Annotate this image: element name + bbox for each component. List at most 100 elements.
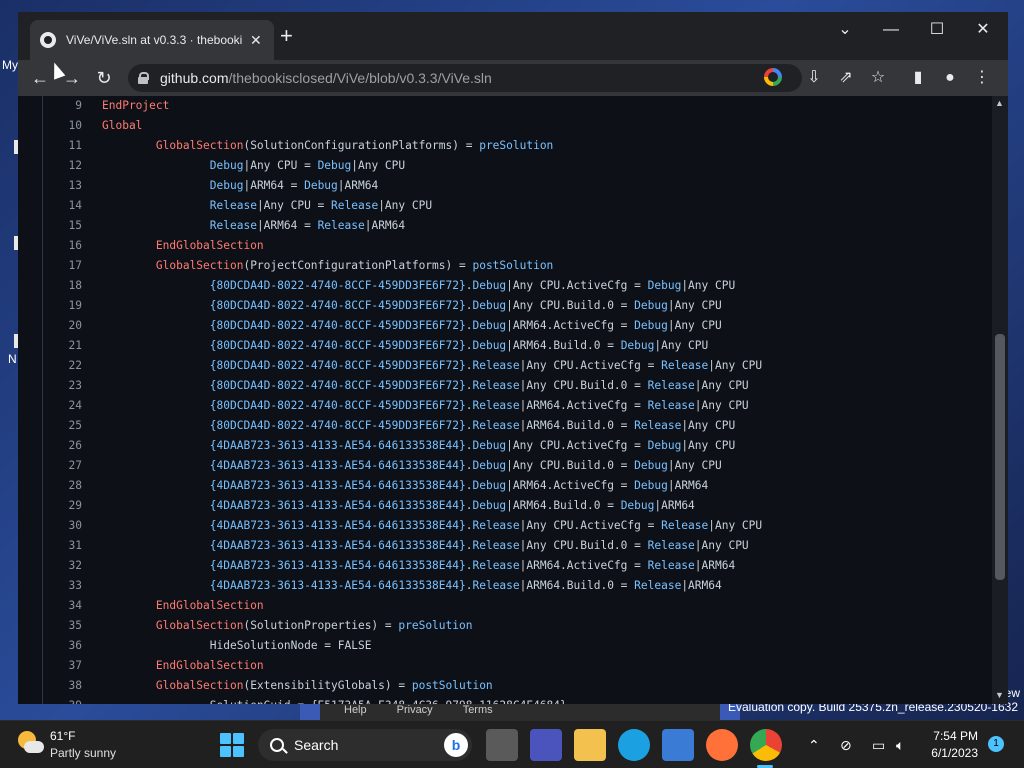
task-view-icon[interactable] [486,729,518,761]
chevron-up-icon[interactable]: ⌃ [808,735,820,755]
line-number[interactable]: 24 [42,396,82,416]
volume-icon[interactable]: 🔈︎ [896,735,904,755]
edge-icon[interactable] [618,729,650,761]
code-token: |Any CPU [694,399,749,412]
file-explorer-icon[interactable] [574,729,606,761]
code-text: {4DAAB723-3613-4133-AE54-646133538E44}.D… [82,456,722,476]
close-window-button[interactable]: ✕ [960,16,1006,44]
install-app-icon[interactable]: ⇩ [802,66,826,90]
footer-terms: Terms [462,704,493,716]
code-line: 25 {80DCDA4D-8022-4740-8CCF-459DD3FE6F72… [42,416,988,436]
maximize-button[interactable]: ☐ [914,16,960,44]
minimize-button[interactable]: — [868,16,914,44]
code-line: 32 {4DAAB723-3613-4133-AE54-646133538E44… [42,556,988,576]
line-number[interactable]: 22 [42,356,82,376]
scrollbar-thumb[interactable] [995,334,1005,580]
github-icon [40,32,56,48]
clock-date[interactable]: 6/1/2023 [924,746,978,760]
code-token: Release [647,379,695,392]
vertical-scrollbar[interactable]: ▲ ▼ [992,96,1008,704]
line-number[interactable]: 31 [42,536,82,556]
code-token: Debug [304,179,338,192]
line-number[interactable]: 12 [42,156,82,176]
code-token: Debug [472,299,507,312]
back-arrow-icon[interactable]: ← [28,66,52,90]
line-number[interactable]: 18 [42,276,82,296]
scroll-up-icon[interactable]: ▲ [995,98,1004,108]
code-text: {4DAAB723-3613-4133-AE54-646133538E44}.R… [82,576,722,596]
line-number[interactable]: 25 [42,416,82,436]
code-token: preSolution [398,619,473,632]
line-number[interactable]: 15 [42,216,82,236]
code-line: 26 {4DAAB723-3613-4133-AE54-646133538E44… [42,436,988,456]
store-icon[interactable] [662,729,694,761]
weather-description[interactable]: Partly sunny [50,746,116,760]
close-tab-icon[interactable]: ✕ [250,32,262,49]
line-number[interactable]: 23 [42,376,82,396]
kebab-menu-icon[interactable]: ⋮ [970,66,994,90]
line-number[interactable]: 30 [42,516,82,536]
code-token: Debug [472,279,507,292]
partly-sunny-icon[interactable] [18,731,44,757]
address-bar[interactable]: github.com /thebookisclosed/ViVe/blob/v0… [128,64,802,92]
reload-icon[interactable]: ↻ [92,66,116,90]
code-text: {4DAAB723-3613-4133-AE54-646133538E44}.D… [82,476,708,496]
line-number[interactable]: 19 [42,296,82,316]
code-token: |ARM64.Build.0 = [519,579,635,592]
line-number[interactable]: 39 [42,696,82,704]
profile-icon[interactable]: ● [938,66,962,90]
line-number[interactable]: 35 [42,616,82,636]
google-lens-icon[interactable] [764,68,782,86]
line-number[interactable]: 21 [42,336,82,356]
line-number[interactable]: 33 [42,576,82,596]
code-token: GlobalSection [155,679,244,692]
chrome-icon[interactable] [750,729,782,761]
bing-icon[interactable]: b [444,733,468,757]
line-number[interactable]: 10 [42,116,82,136]
clock-time[interactable]: 7:54 PM [928,729,978,743]
taskbar-search[interactable]: Search b [258,729,472,761]
line-number[interactable]: 27 [42,456,82,476]
firefox-icon[interactable] [706,729,738,761]
lock-icon[interactable] [138,72,149,84]
code-token: Release [634,579,682,592]
browser-tab[interactable]: ViVe/ViVe.sln at v0.3.3 · thebookisclose… [30,20,274,60]
code-text: {4DAAB723-3613-4133-AE54-646133538E44}.R… [82,536,749,556]
line-number[interactable]: 26 [42,436,82,456]
code-token: GlobalSection [155,619,244,632]
network-off-icon[interactable]: ⊘ [840,735,852,755]
weather-temperature[interactable]: 61°F [50,729,75,743]
line-number[interactable]: 20 [42,316,82,336]
line-number[interactable]: 29 [42,496,82,516]
line-number[interactable]: 16 [42,236,82,256]
line-number[interactable]: 9 [42,96,82,116]
share-icon[interactable]: ⇗ [834,66,858,90]
line-number[interactable]: 37 [42,656,82,676]
code-viewer: 9 EndProject 10 Global 11 GlobalSection(Solu… [18,96,1008,704]
star-icon[interactable]: ☆ [866,66,890,90]
teams-chat-icon[interactable] [530,729,562,761]
line-number[interactable]: 32 [42,556,82,576]
line-number[interactable]: 13 [42,176,82,196]
code-text: {4DAAB723-3613-4133-AE54-646133538E44}.R… [82,516,762,536]
line-number[interactable]: 34 [42,596,82,616]
line-number[interactable]: 14 [42,196,82,216]
code-token: Release [472,579,520,592]
code-token: {80DCDA4D-8022-4740-8CCF-459DD3FE6F72} [209,359,466,372]
side-panel-icon[interactable]: ▮ [906,66,930,90]
desktop-icon-label: My [2,58,18,72]
line-number[interactable]: 36 [42,636,82,656]
tab-search-icon[interactable]: ⌄ [822,16,868,44]
display-icon[interactable]: ▭ [872,735,885,755]
line-number[interactable]: 38 [42,676,82,696]
code-token: |Any CPU.Build.0 = [519,539,648,552]
scroll-down-icon[interactable]: ▼ [995,690,1004,700]
new-tab-button[interactable]: + [280,24,293,48]
code-token: |ARM64 = [243,179,305,192]
line-number[interactable]: 17 [42,256,82,276]
code-token: |Any CPU [667,319,722,332]
line-number[interactable]: 11 [42,136,82,156]
notification-badge[interactable]: 1 [988,736,1004,752]
line-number[interactable]: 28 [42,476,82,496]
windows-start-icon[interactable] [220,733,244,757]
